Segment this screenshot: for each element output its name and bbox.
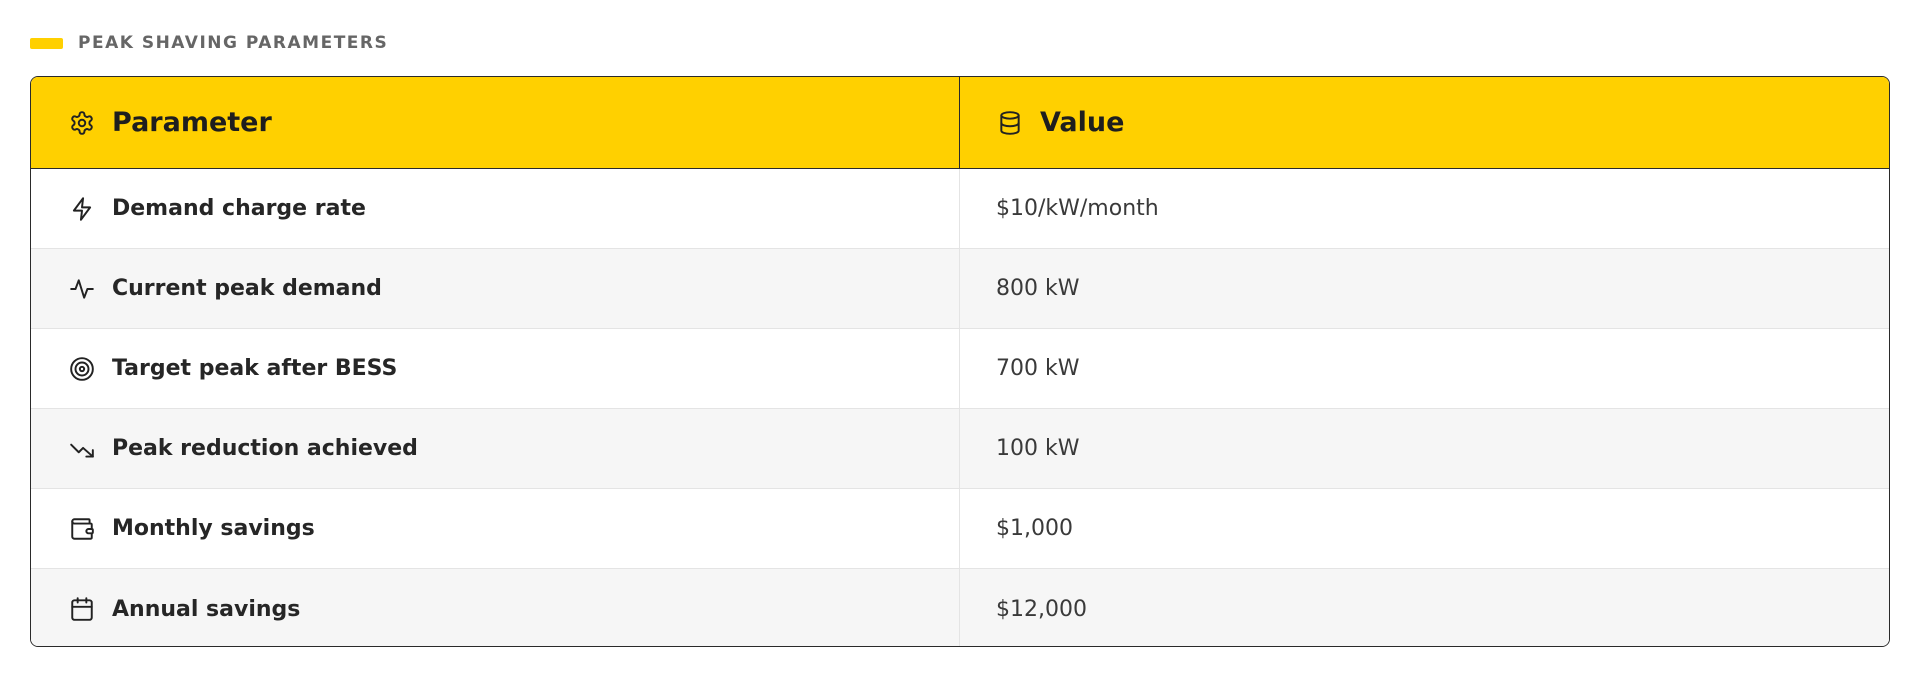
lightning-icon [68, 195, 96, 223]
table-header-row: Parameter Value [31, 77, 1889, 169]
header-value-label: Value [1040, 107, 1125, 138]
value-cell: $12,000 [960, 569, 1889, 646]
table-row: Demand charge rate $10/kW/month [31, 169, 1889, 249]
value-text: $10/kW/month [996, 196, 1159, 221]
section-title: PEAK SHAVING PARAMETERS [78, 33, 389, 53]
parameter-cell: Annual savings [31, 569, 960, 646]
section-header: PEAK SHAVING PARAMETERS [30, 30, 388, 56]
parameter-cell: Current peak demand [31, 249, 960, 328]
parameters-table: Parameter Value Demand charge rate $10/k… [30, 76, 1890, 647]
parameter-label: Monthly savings [112, 516, 315, 541]
table-row: Peak reduction achieved 100 kW [31, 409, 1889, 489]
value-text: $12,000 [996, 596, 1087, 622]
parameter-label: Demand charge rate [112, 196, 366, 221]
parameter-cell: Monthly savings [31, 489, 960, 568]
parameter-cell: Peak reduction achieved [31, 409, 960, 488]
value-text: $1,000 [996, 516, 1073, 541]
parameter-label: Current peak demand [112, 276, 382, 301]
value-cell: $10/kW/month [960, 169, 1889, 248]
section-accent-bar [30, 37, 63, 49]
calendar-icon [68, 595, 96, 623]
wallet-icon [68, 515, 96, 543]
parameter-label: Annual savings [112, 596, 301, 622]
table-row: Annual savings $12,000 [31, 569, 1889, 646]
database-icon [996, 109, 1024, 137]
parameter-cell: Demand charge rate [31, 169, 960, 248]
target-icon [68, 355, 96, 383]
trending-down-icon [68, 435, 96, 463]
value-text: 700 kW [996, 356, 1080, 381]
header-parameter-label: Parameter [112, 107, 272, 138]
parameter-label: Peak reduction achieved [112, 436, 418, 461]
table-row: Target peak after BESS 700 kW [31, 329, 1889, 409]
parameter-label: Target peak after BESS [112, 356, 398, 381]
value-cell: $1,000 [960, 489, 1889, 568]
value-cell: 700 kW [960, 329, 1889, 408]
gear-icon [68, 109, 96, 137]
header-cell-value: Value [960, 77, 1889, 168]
table-row: Current peak demand 800 kW [31, 249, 1889, 329]
parameter-cell: Target peak after BESS [31, 329, 960, 408]
value-cell: 800 kW [960, 249, 1889, 328]
header-cell-parameter: Parameter [31, 77, 960, 168]
value-text: 100 kW [996, 436, 1080, 461]
value-cell: 100 kW [960, 409, 1889, 488]
table-row: Monthly savings $1,000 [31, 489, 1889, 569]
value-text: 800 kW [996, 276, 1080, 301]
activity-pulse-icon [68, 275, 96, 303]
